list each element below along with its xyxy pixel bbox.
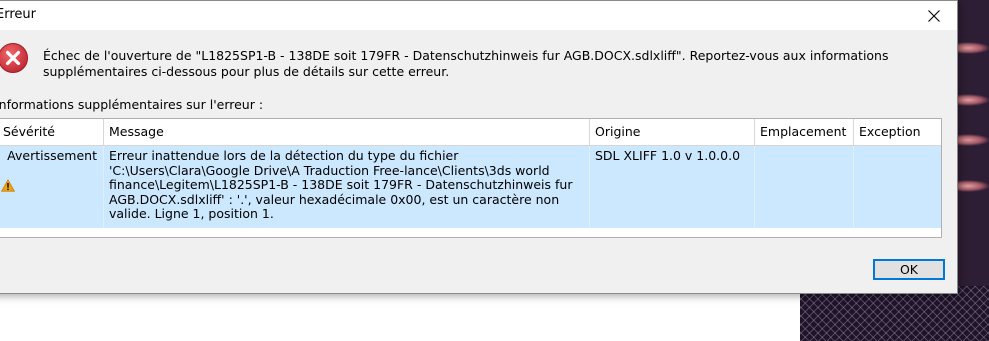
error-message-line: Échec de l'ouverture de "L1825SP1-B - 13… — [43, 48, 889, 63]
message-line: Erreur inattendue lors de la détection d… — [109, 148, 459, 163]
warning-icon — [1, 179, 15, 192]
error-dialog: Erreur Échec de l'ouverture de "L1825SP1… — [0, 0, 958, 294]
cell-origin: SDL XLIFF 1.0 v 1.0.0.0 — [590, 146, 755, 228]
dialog-title: Erreur — [0, 7, 36, 22]
column-header-location[interactable]: Emplacement — [755, 119, 854, 145]
error-message: Échec de l'ouverture de "L1825SP1-B - 13… — [43, 48, 943, 80]
message-line: AGB.DOCX.sdlxliff' : '.', valeur hexadéc… — [109, 191, 560, 207]
cell-exception — [854, 146, 941, 228]
error-icon — [0, 43, 28, 73]
cell-severity: Avertissement — [0, 146, 104, 228]
message-line: finance\Legitem\L1825SP1-B - 138DE soit … — [109, 177, 573, 192]
message-line: 'C:\Users\Clara\Google Drive\A Traductio… — [109, 162, 550, 178]
close-icon — [928, 9, 940, 22]
column-header-message[interactable]: Message — [104, 119, 590, 145]
error-details-table: Sévérité Message Origine Emplacement Exc… — [0, 118, 942, 238]
details-label: Informations supplémentaires sur l'erreu… — [0, 97, 264, 112]
column-header-severity[interactable]: Sévérité — [0, 119, 104, 145]
column-header-origin[interactable]: Origine — [590, 119, 755, 145]
message-line: valide. Ligne 1, position 1. — [109, 206, 274, 221]
table-header: Sévérité Message Origine Emplacement Exc… — [0, 119, 941, 146]
ok-button[interactable]: OK — [873, 259, 945, 280]
title-bar: Erreur — [0, 1, 957, 30]
cell-message: Erreur inattendue lors de la détection d… — [104, 146, 590, 228]
close-button[interactable] — [911, 1, 957, 30]
severity-label: Avertissement — [7, 148, 97, 163]
column-header-exception[interactable]: Exception — [854, 119, 941, 145]
cell-location — [755, 146, 854, 228]
background-wallpaper-mesh — [800, 286, 989, 341]
background-pane — [0, 287, 800, 341]
error-message-line: supplémentaires ci-dessous pour plus de … — [43, 64, 450, 79]
table-row[interactable]: Avertissement Erreur inattendue lors de … — [0, 146, 941, 228]
